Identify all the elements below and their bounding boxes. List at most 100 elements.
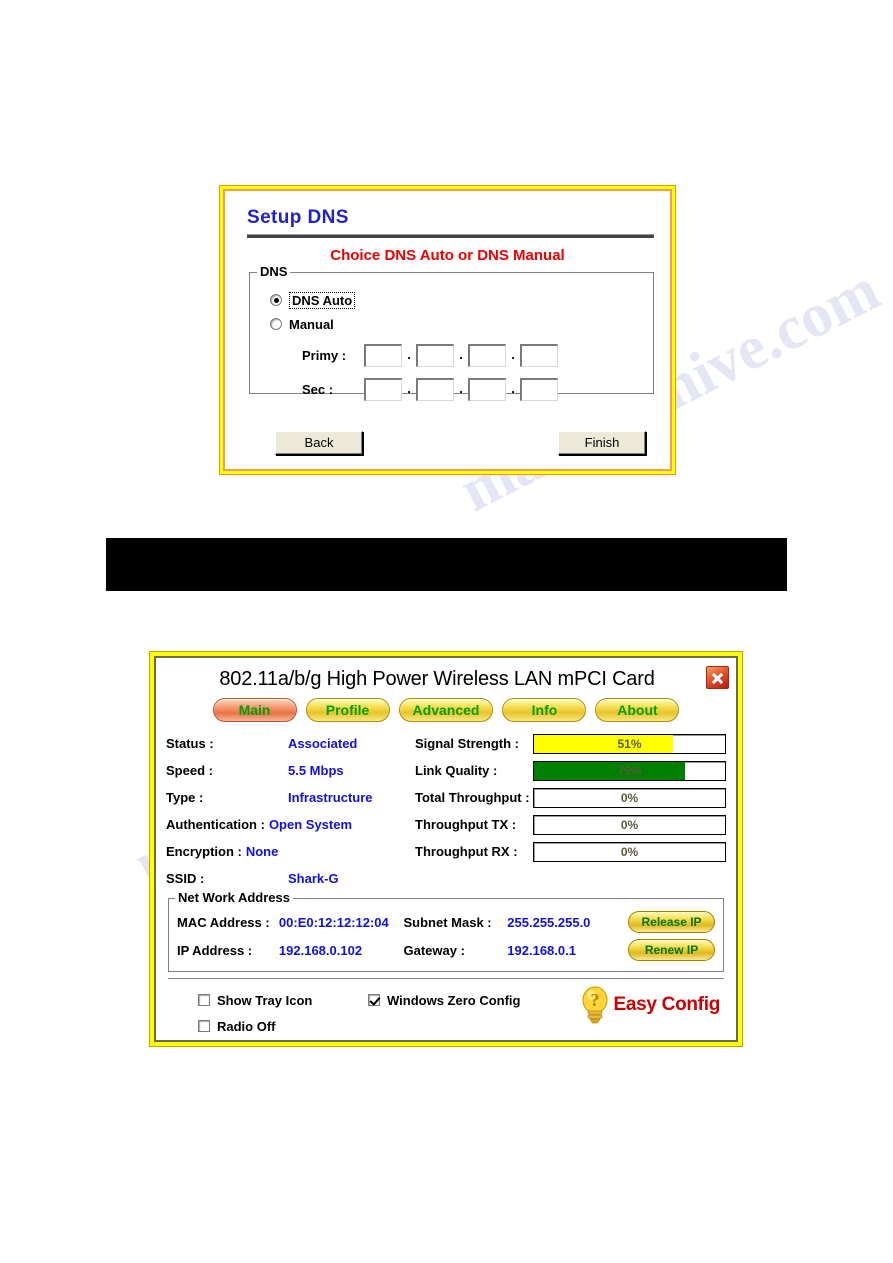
- link-quality-value: 79%: [617, 763, 642, 778]
- radio-dns-manual[interactable]: Manual: [270, 313, 643, 335]
- ssid-row: SSID : Shark-G: [166, 865, 411, 892]
- easy-config-label: Easy Config: [613, 994, 721, 1015]
- radio-dns-manual-label: Manual: [289, 316, 334, 332]
- secondary-dns-label: Sec :: [302, 381, 334, 397]
- svg-text:?: ?: [590, 990, 599, 1010]
- setup-dns-dialog: Setup DNS Choice DNS Auto or DNS Manual …: [220, 186, 675, 474]
- primary-dns-row: Primy : . . .: [302, 341, 643, 369]
- secondary-dns-octet-2[interactable]: [416, 377, 454, 401]
- throughput-rx-meter: 0%: [533, 841, 726, 862]
- checkbox-show-tray-icon[interactable]: Show Tray Icon: [198, 987, 312, 1013]
- total-throughput-row: Total Throughput : 0%: [415, 784, 726, 811]
- gateway-label: Gateway :: [403, 942, 465, 958]
- wireless-utility-dialog: 802.11a/b/g High Power Wireless LAN mPCI…: [150, 652, 742, 1046]
- finish-button[interactable]: Finish: [558, 431, 646, 455]
- signal-strength-meter: 51%: [533, 733, 726, 754]
- dot-separator: .: [459, 381, 463, 396]
- dns-button-row: Back Finish: [239, 431, 658, 457]
- dot-separator: .: [407, 381, 411, 396]
- dns-subtitle: Choice DNS Auto or DNS Manual: [330, 247, 565, 264]
- primary-dns-label: Primy :: [302, 347, 347, 363]
- throughput-tx-label: Throughput TX :: [415, 817, 517, 832]
- encryption-label: Encryption :: [166, 844, 242, 859]
- redacted-banner: [106, 538, 787, 591]
- signal-strength-row: Signal Strength : 51%: [415, 730, 726, 757]
- total-throughput-value: 0%: [620, 790, 639, 805]
- radio-dns-auto[interactable]: DNS Auto: [270, 289, 643, 311]
- primary-dns-octet-3[interactable]: [468, 343, 506, 367]
- speed-label: Speed :: [166, 763, 213, 778]
- throughput-tx-row: Throughput TX : 0%: [415, 811, 726, 838]
- title-divider: [247, 234, 654, 238]
- authentication-label: Authentication :: [166, 817, 265, 832]
- tab-profile[interactable]: Profile: [305, 698, 390, 722]
- close-icon[interactable]: [706, 666, 729, 689]
- tab-main[interactable]: Main: [212, 698, 297, 722]
- checkbox-radio-off[interactable]: Radio Off: [198, 1013, 312, 1039]
- mac-subnet-row: MAC Address : 00:E0:12:12:12:04 Subnet M…: [177, 908, 715, 936]
- radio-dns-auto-indicator[interactable]: [270, 294, 282, 306]
- dot-separator: .: [511, 347, 515, 362]
- ip-gateway-row: IP Address : 192.168.0.102 Gateway : 192…: [177, 936, 715, 964]
- network-address-group: Net Work Address MAC Address : 00:E0:12:…: [168, 890, 724, 972]
- link-quality-meter: 79%: [533, 760, 726, 781]
- checkbox-windows-zero-config-label: Windows Zero Config: [387, 992, 521, 1008]
- type-label: Type :: [166, 790, 204, 805]
- ssid-label: SSID :: [166, 871, 205, 886]
- throughput-tx-meter: 0%: [533, 814, 726, 835]
- page-title: Setup DNS: [247, 207, 349, 228]
- secondary-dns-octet-1[interactable]: [364, 377, 402, 401]
- primary-dns-octet-1[interactable]: [364, 343, 402, 367]
- tab-info[interactable]: Info: [502, 698, 587, 722]
- type-row: Type : Infrastructure: [166, 784, 411, 811]
- status-value: Associated: [288, 736, 358, 751]
- radio-dns-manual-indicator[interactable]: [270, 318, 282, 330]
- renew-ip-button[interactable]: Renew IP: [628, 939, 715, 961]
- signal-strength-value: 51%: [617, 736, 642, 751]
- options-bar: Show Tray Icon Radio Off Windows Zero Co…: [168, 978, 724, 1036]
- wireless-utility-body: 802.11a/b/g High Power Wireless LAN mPCI…: [154, 656, 738, 1042]
- titlebar: 802.11a/b/g High Power Wireless LAN mPCI…: [160, 662, 732, 696]
- easy-config-button[interactable]: ? Easy Config: [580, 985, 721, 1025]
- status-label: Status :: [166, 736, 214, 751]
- gateway-value: 192.168.0.1: [507, 942, 576, 958]
- radio-dns-auto-label: DNS Auto: [289, 291, 356, 309]
- tab-advanced[interactable]: Advanced: [398, 698, 494, 722]
- release-ip-button[interactable]: Release IP: [628, 911, 715, 933]
- dns-group-legend: DNS: [257, 264, 291, 279]
- ip-address-label: IP Address :: [177, 942, 253, 958]
- ssid-value: Shark-G: [288, 871, 339, 886]
- meters-column: Signal Strength : 51% Link Quality : 79%…: [411, 730, 726, 892]
- throughput-rx-value: 0%: [620, 844, 639, 859]
- checkbox-show-tray-icon-label: Show Tray Icon: [217, 992, 313, 1008]
- primary-dns-octet-2[interactable]: [416, 343, 454, 367]
- secondary-dns-octet-4[interactable]: [520, 377, 558, 401]
- total-throughput-meter: 0%: [533, 787, 726, 808]
- checkbox-radio-off-box[interactable]: [198, 1020, 210, 1032]
- authentication-value: Open System: [268, 817, 353, 832]
- options-column-left: Show Tray Icon Radio Off: [198, 987, 312, 1039]
- tab-bar: Main Profile Advanced Info About: [160, 698, 732, 722]
- throughput-rx-label: Throughput RX :: [415, 844, 518, 859]
- back-button[interactable]: Back: [275, 431, 363, 455]
- mac-address-label: MAC Address :: [177, 914, 270, 930]
- dot-separator: .: [511, 381, 515, 396]
- connection-status-column: Status : Associated Speed : 5.5 Mbps Typ…: [166, 730, 411, 892]
- secondary-dns-octet-3[interactable]: [468, 377, 506, 401]
- throughput-tx-value: 0%: [620, 817, 639, 832]
- authentication-row: Authentication : Open System: [166, 811, 411, 838]
- checkbox-windows-zero-config-box[interactable]: [368, 994, 380, 1006]
- encryption-value: None: [245, 844, 279, 859]
- mac-address-value: 00:E0:12:12:12:04: [278, 914, 389, 930]
- primary-dns-octet-4[interactable]: [520, 343, 558, 367]
- speed-value: 5.5 Mbps: [288, 763, 344, 778]
- checkbox-windows-zero-config[interactable]: Windows Zero Config: [368, 987, 520, 1013]
- tab-about[interactable]: About: [595, 698, 680, 722]
- setup-dns-dialog-body: Setup DNS Choice DNS Auto or DNS Manual …: [223, 189, 672, 471]
- secondary-dns-row: Sec : . . .: [302, 375, 643, 403]
- speed-row: Speed : 5.5 Mbps: [166, 757, 411, 784]
- ip-address-value: 192.168.0.102: [278, 942, 363, 958]
- checkbox-show-tray-icon-box[interactable]: [198, 994, 210, 1006]
- dot-separator: .: [459, 347, 463, 362]
- encryption-row: Encryption : None: [166, 838, 411, 865]
